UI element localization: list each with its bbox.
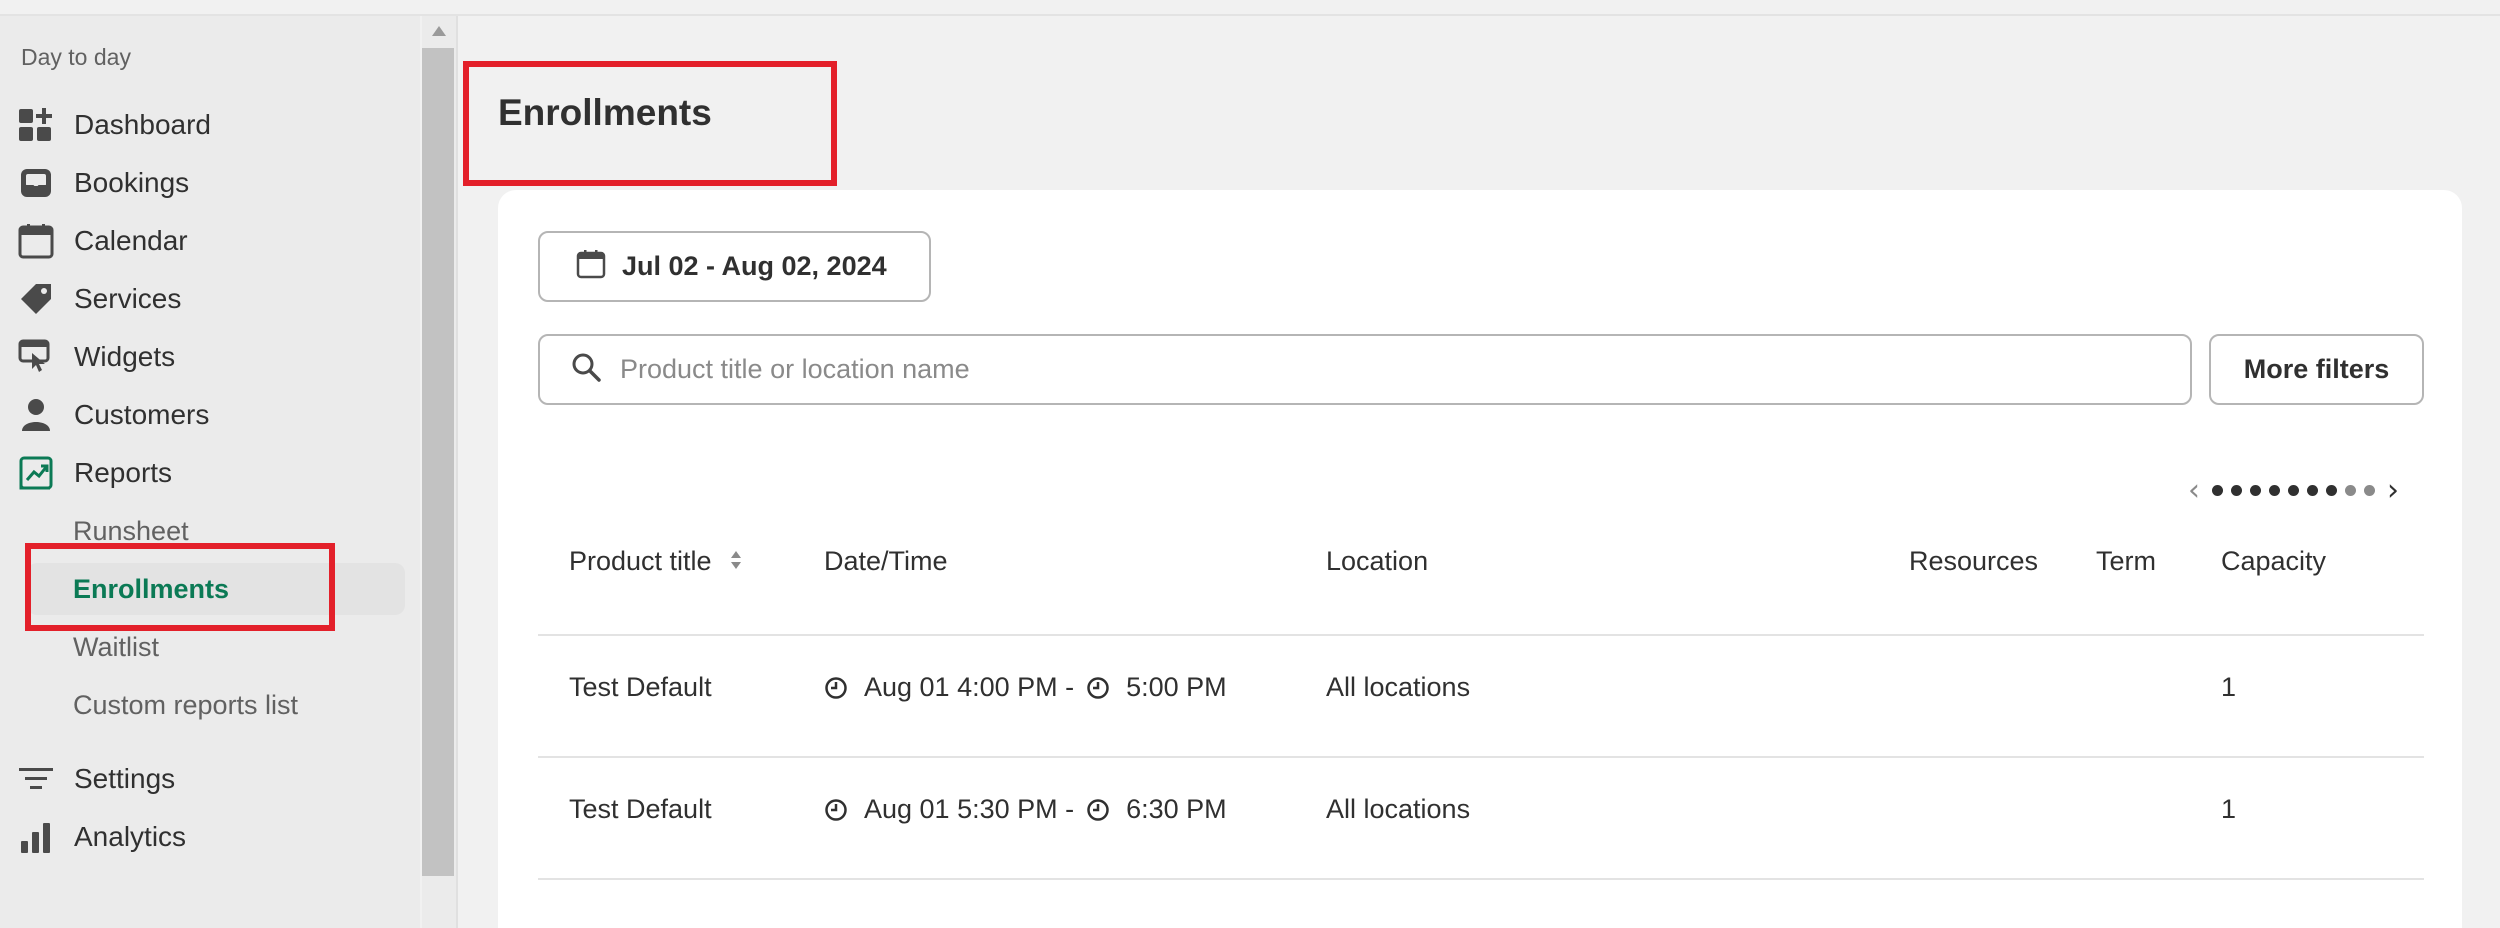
column-header-label: Product title	[569, 546, 712, 576]
cell-date-time: Aug 01 4:00 PM - 5:00 PM	[824, 672, 1227, 703]
clock-icon	[1086, 676, 1110, 700]
cell-location: All locations	[1326, 672, 1471, 702]
pager-dot	[2326, 484, 2337, 496]
chevron-left-icon[interactable]: ‹	[2188, 473, 2200, 508]
sort-icon[interactable]	[729, 547, 743, 578]
column-header-date-time: Date/Time	[824, 546, 948, 576]
top-bar	[0, 0, 2500, 16]
search-icon	[570, 351, 602, 388]
sidebar-item-services[interactable]: Services	[18, 273, 408, 325]
row-divider	[538, 756, 2424, 758]
cell-product-title[interactable]: Test Default	[569, 794, 712, 825]
sidebar-item-label: Dashboard	[74, 109, 211, 140]
bar-chart-icon	[18, 819, 54, 855]
column-header-resources: Resources	[1909, 546, 2039, 576]
sidebar-item-label: Customers	[74, 399, 210, 430]
inbox-icon	[18, 165, 54, 201]
pager-dot	[2231, 484, 2242, 496]
column-header-product-title[interactable]: Product title	[569, 546, 743, 578]
sidebar-item-label: Calendar	[74, 225, 188, 256]
sidebar-item-label: Analytics	[74, 821, 187, 852]
sidebar-section-label: Day to day	[21, 44, 131, 70]
highlight-box-enrollments	[25, 543, 335, 631]
clock-icon	[824, 798, 848, 822]
widget-icon	[18, 339, 54, 375]
person-icon	[18, 397, 54, 433]
more-filters-button[interactable]: More filters	[2209, 334, 2424, 405]
sidebar-item-label: Settings	[74, 763, 176, 794]
sidebar-item-analytics[interactable]: Analytics	[18, 811, 408, 863]
row-divider	[538, 634, 2424, 636]
reports-icon	[18, 455, 54, 491]
search-field[interactable]	[538, 334, 2192, 405]
end-time: 5:00 PM	[1126, 672, 1227, 702]
pager-dot	[2364, 484, 2375, 496]
sidebar-divider	[456, 16, 458, 928]
column-header-location: Location	[1326, 546, 1429, 576]
end-time: 6:30 PM	[1126, 794, 1227, 824]
sidebar-item-dashboard[interactable]: Dashboard	[18, 99, 408, 151]
cell-product-title[interactable]: Test Default	[569, 672, 712, 703]
sidebar-item-customers[interactable]: Customers	[18, 389, 408, 441]
clock-icon	[1086, 798, 1110, 822]
sidebar-scrollbar[interactable]	[422, 16, 456, 928]
scroll-thumb[interactable]	[422, 48, 454, 876]
sidebar-item-widgets[interactable]: Widgets	[18, 331, 408, 383]
pager-dot	[2288, 484, 2299, 496]
sidebar-item-settings[interactable]: Settings	[18, 753, 408, 805]
sidebar-item-label: Services	[74, 283, 182, 314]
clock-icon	[824, 676, 848, 700]
sidebar-item-calendar[interactable]: Calendar	[18, 215, 408, 267]
row-divider	[538, 878, 2424, 880]
pager-dot	[2250, 484, 2261, 496]
cell-date-time: Aug 01 5:30 PM - 6:30 PM	[824, 794, 1227, 825]
cell-capacity: 1	[2221, 672, 2237, 702]
sidebar-item-bookings[interactable]: Bookings	[18, 157, 408, 209]
sidebar-subitem-custom-reports[interactable]: Custom reports list	[27, 679, 405, 731]
calendar-icon	[576, 249, 606, 284]
chevron-right-icon[interactable]: ›	[2387, 473, 2399, 508]
date-range-label: Jul 02 - Aug 02, 2024	[622, 251, 887, 281]
pager-dot	[2212, 484, 2223, 496]
column-header-capacity: Capacity	[2221, 546, 2327, 576]
pager-dot	[2307, 484, 2318, 496]
sidebar-item-label: Bookings	[74, 167, 190, 198]
column-header-term: Term	[2096, 546, 2156, 576]
dashboard-icon	[18, 107, 54, 143]
date-range-button[interactable]: Jul 02 - Aug 02, 2024	[538, 231, 931, 302]
sidebar-item-reports[interactable]: Reports	[18, 447, 408, 499]
pager-dot	[2345, 484, 2356, 496]
scroll-up-arrow-icon[interactable]	[432, 26, 446, 36]
search-input[interactable]	[620, 354, 2120, 385]
cell-capacity: 1	[2221, 794, 2237, 824]
tag-icon	[18, 281, 54, 317]
cell-location: All locations	[1326, 794, 1471, 824]
start-time: Aug 01 5:30 PM -	[864, 794, 1075, 824]
pager-dot	[2269, 484, 2280, 496]
column-pager[interactable]: ‹ ›	[2180, 470, 2407, 510]
sidebar-item-label: Widgets	[74, 341, 176, 372]
start-time: Aug 01 4:00 PM -	[864, 672, 1075, 702]
filter-settings-icon	[18, 761, 54, 797]
sidebar-item-label: Reports	[74, 457, 173, 488]
highlight-box-title	[463, 61, 837, 186]
calendar-icon	[18, 223, 54, 259]
